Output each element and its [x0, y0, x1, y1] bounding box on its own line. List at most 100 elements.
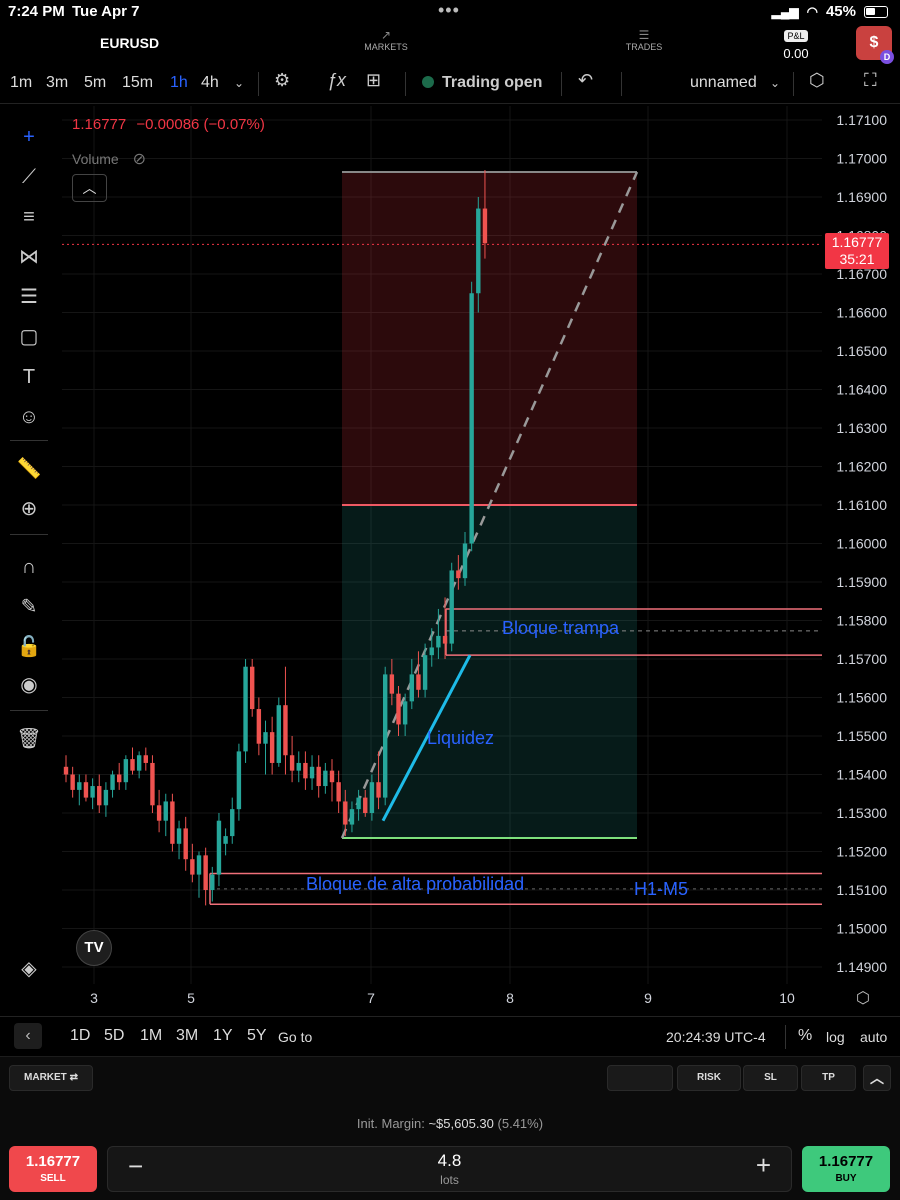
risk-button[interactable]: RISK	[677, 1065, 741, 1091]
multitask-dots-icon[interactable]: •••	[438, 0, 460, 21]
candle-body	[462, 543, 468, 579]
price-tick-label: 1.16100	[836, 497, 887, 513]
price-chart[interactable]: Bloque trampa Liquidez Bloque de alta prob…	[0, 106, 900, 1016]
range-1y[interactable]: 1Y	[213, 1027, 233, 1045]
auto-toggle[interactable]: auto	[860, 1029, 887, 1045]
candle-body	[442, 635, 448, 644]
fullscreen-icon[interactable]: ⛶	[864, 70, 877, 91]
goto-button[interactable]: Go to	[278, 1029, 312, 1045]
pattern-icon[interactable]: ⋈	[14, 242, 44, 272]
trade-panel: Init. Margin: ~$5,605.30 (5.41%) 1.16777…	[0, 1100, 900, 1200]
sl-button[interactable]: SL	[743, 1065, 798, 1091]
ruler-icon[interactable]: 📏	[14, 454, 44, 484]
candles-icon[interactable]: ⚙	[274, 70, 290, 91]
time-tick-label: 8	[506, 990, 514, 1006]
log-toggle[interactable]: log	[826, 1029, 845, 1045]
chevron-down-icon[interactable]: ⌄	[234, 76, 244, 90]
increase-lots-button[interactable]: +	[756, 1150, 771, 1181]
range-1d[interactable]: 1D	[70, 1027, 90, 1045]
range-5y[interactable]: 5Y	[247, 1027, 267, 1045]
candle-body	[356, 797, 361, 810]
eye-off-icon[interactable]: ⊘	[133, 151, 146, 168]
lots-label: lots	[440, 1173, 459, 1187]
status-bar: 7:24 PM Tue Apr 7 ••• ▂▄▆ ◠ 45%	[0, 0, 900, 24]
undo-icon[interactable]: ↶	[578, 70, 593, 91]
trades-tab[interactable]: ☰ TRADES	[609, 28, 679, 52]
candle-body	[150, 762, 155, 806]
candle-body	[170, 801, 175, 844]
buy-label: BUY	[835, 1173, 857, 1184]
candle-body	[70, 774, 75, 790]
timeframe-4h[interactable]: 4h	[201, 74, 219, 92]
timeframe-1h[interactable]: 1h	[170, 74, 188, 92]
chart-area[interactable]: Bloque trampa Liquidez Bloque de alta prob…	[0, 106, 900, 1016]
time-tick-label: 5	[187, 990, 195, 1006]
candle-body	[196, 855, 202, 875]
timeframe-15m[interactable]: 15m	[122, 74, 153, 92]
current-price: 1.16777	[831, 234, 883, 250]
order-type-button[interactable]: MARKET ⇄	[9, 1065, 93, 1091]
layers-icon[interactable]: ◈	[14, 954, 44, 984]
range-1m[interactable]: 1M	[140, 1027, 162, 1045]
trap-block-label: Bloque trampa	[502, 618, 620, 638]
axis-settings-icon[interactable]: ⬡	[856, 990, 870, 1007]
chevron-down-icon[interactable]: ⌄	[770, 76, 780, 90]
candle-body	[316, 766, 321, 787]
order-blank-field[interactable]	[607, 1065, 673, 1091]
back-button[interactable]: ‹	[14, 1023, 42, 1049]
trendline-icon[interactable]: ⟋	[14, 162, 44, 192]
pnl-widget[interactable]: P&L 0.00	[776, 26, 816, 61]
unlock-icon[interactable]: 🔓	[14, 632, 44, 662]
templates-icon[interactable]: ⊞	[366, 70, 381, 91]
settings-icon[interactable]: ⬡	[809, 70, 825, 91]
timeframe-5m[interactable]: 5m	[84, 74, 106, 92]
high-prob-label: Bloque de alta probabilidad	[306, 874, 524, 894]
candle-body	[469, 293, 474, 544]
sell-button[interactable]: 1.16777 SELL	[9, 1146, 97, 1192]
tp-button[interactable]: TP	[801, 1065, 856, 1091]
candle-body	[309, 766, 315, 779]
candle-body	[130, 759, 135, 771]
range-5d[interactable]: 5D	[104, 1027, 124, 1045]
candle-body	[77, 782, 82, 790]
drawing-toolbar: + ⟋ ≡ ⋈ ☰ ▢ T ☺ 📏 ⊕ ∩ ✎ 🔓 ◉ 🗑 ◈	[0, 106, 58, 1016]
emoji-icon[interactable]: ☺	[14, 402, 44, 432]
shapes-icon[interactable]: ▢	[14, 322, 44, 352]
expand-up-icon[interactable]: ︿	[863, 1065, 891, 1091]
range-3m[interactable]: 3M	[176, 1027, 198, 1045]
candle-body	[416, 674, 421, 690]
price-tick-label: 1.15800	[836, 613, 887, 629]
lock-drawing-icon[interactable]: ✎	[14, 592, 44, 622]
crosshair-icon[interactable]: +	[14, 122, 44, 152]
candle-body	[243, 666, 248, 752]
tools-divider	[10, 710, 48, 711]
tradingview-logo-icon[interactable]: TV	[76, 930, 112, 966]
buy-button[interactable]: 1.16777 BUY	[802, 1146, 890, 1192]
chart-toolbar: 1m 3m 5m 15m 1h 4h ⌄ ⚙ ƒx ⊞ Trading open…	[0, 64, 900, 104]
avatar-letter: $	[869, 34, 879, 51]
indicators-icon[interactable]: ƒx	[327, 70, 346, 91]
zoom-in-icon[interactable]: ⊕	[14, 494, 44, 524]
trash-icon[interactable]: 🗑	[14, 724, 44, 754]
projection-icon[interactable]: ☰	[14, 282, 44, 312]
percent-toggle[interactable]: %	[798, 1027, 812, 1045]
timeframe-1m[interactable]: 1m	[10, 74, 32, 92]
markets-tab[interactable]: ↗ MARKETS	[351, 28, 421, 52]
candle-countdown: 35:21	[839, 251, 875, 267]
fib-icon[interactable]: ≡	[14, 202, 44, 232]
price-tick-label: 1.15100	[836, 882, 887, 898]
magnet-icon[interactable]: ∩	[14, 552, 44, 582]
order-bar: MARKET ⇄ RISK SL TP ︿	[0, 1056, 900, 1100]
symbol-title[interactable]: EURUSD	[100, 35, 159, 51]
layout-name[interactable]: unnamed	[690, 74, 757, 92]
account-avatar[interactable]: $ D	[856, 26, 894, 64]
collapse-legend-button[interactable]: ︿	[72, 174, 107, 202]
candle-body	[429, 647, 434, 656]
text-icon[interactable]: T	[14, 362, 44, 392]
timeframe-3m[interactable]: 3m	[46, 74, 68, 92]
visibility-icon[interactable]: ◉	[14, 670, 44, 700]
markets-icon: ↗	[380, 28, 392, 42]
lots-value[interactable]: 4.8	[108, 1151, 791, 1171]
candle-body	[336, 782, 341, 802]
lots-stepper[interactable]: − 4.8 lots +	[107, 1146, 792, 1192]
